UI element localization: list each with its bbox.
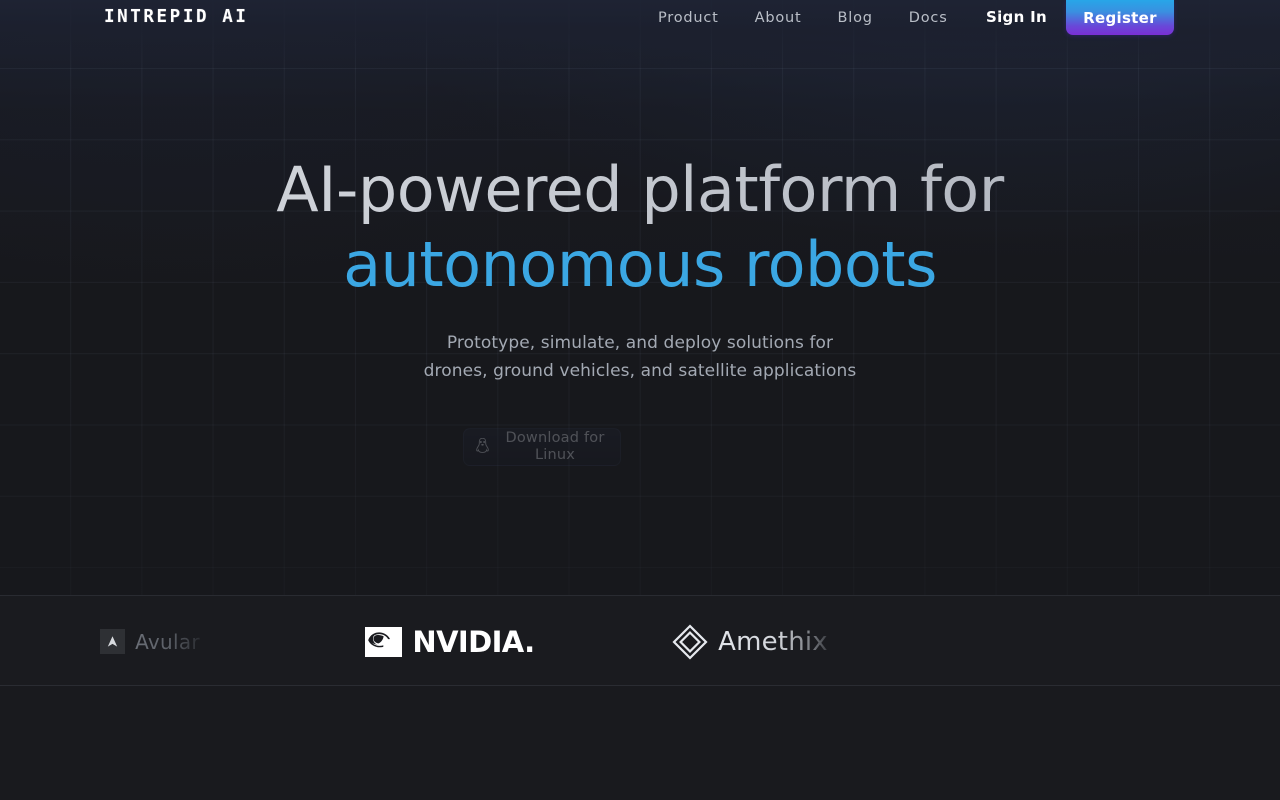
subtitle-line-2: drones, ground vehicles, and satellite a…	[423, 361, 857, 381]
nav-item-blog[interactable]: Blog	[820, 7, 891, 29]
hero-subtitle: Prototype, simulate, and deploy solution…	[0, 329, 1280, 385]
subtitle-line-1: Prototype, simulate, and deploy solution…	[446, 333, 834, 353]
amethix-diamond-icon	[672, 623, 708, 660]
brand-logo[interactable]: INTREPID AI	[104, 6, 249, 28]
below-fold-section	[0, 686, 1280, 800]
avular-wordmark: Avular	[135, 629, 200, 654]
site-header: INTREPID AI Product About Blog Docs Sign…	[0, 0, 1280, 68]
linux-penguin-icon	[476, 437, 489, 453]
landing-page: INTREPID AI Product About Blog Docs Sign…	[0, 0, 1280, 800]
partner-logo-amethix[interactable]: Amethix	[600, 596, 900, 685]
partner-logo-avular[interactable]: Avular	[0, 596, 300, 685]
partner-logo-strip: Avular NVIDIA. Amethix	[0, 595, 1280, 686]
nav-item-docs[interactable]: Docs	[891, 7, 966, 29]
register-button[interactable]: Register	[1066, 0, 1174, 35]
nav-item-about[interactable]: About	[737, 7, 820, 29]
sign-in-link[interactable]: Sign In	[986, 6, 1047, 28]
headline-line-2: autonomous robots	[343, 228, 937, 301]
page-title: AI-powered platform for autonomous robot…	[0, 152, 1280, 302]
main-navigation: Product About Blog Docs	[640, 7, 966, 29]
partner-logo-carousel[interactable]: Avular NVIDIA. Amethix	[0, 596, 900, 685]
amethix-wordmark: Amethix	[718, 626, 828, 657]
headline-line-1: AI-powered platform for	[0, 152, 1280, 227]
nav-item-product[interactable]: Product	[640, 7, 737, 29]
avular-triangle-icon	[100, 629, 126, 654]
partner-logo-nvidia[interactable]: NVIDIA.	[300, 596, 600, 685]
download-for-linux-button[interactable]: Download for Linux	[463, 428, 621, 466]
download-button-label: Download for Linux	[505, 430, 605, 463]
nvidia-wordmark: NVIDIA.	[412, 624, 535, 659]
nvidia-eye-icon	[365, 626, 403, 657]
